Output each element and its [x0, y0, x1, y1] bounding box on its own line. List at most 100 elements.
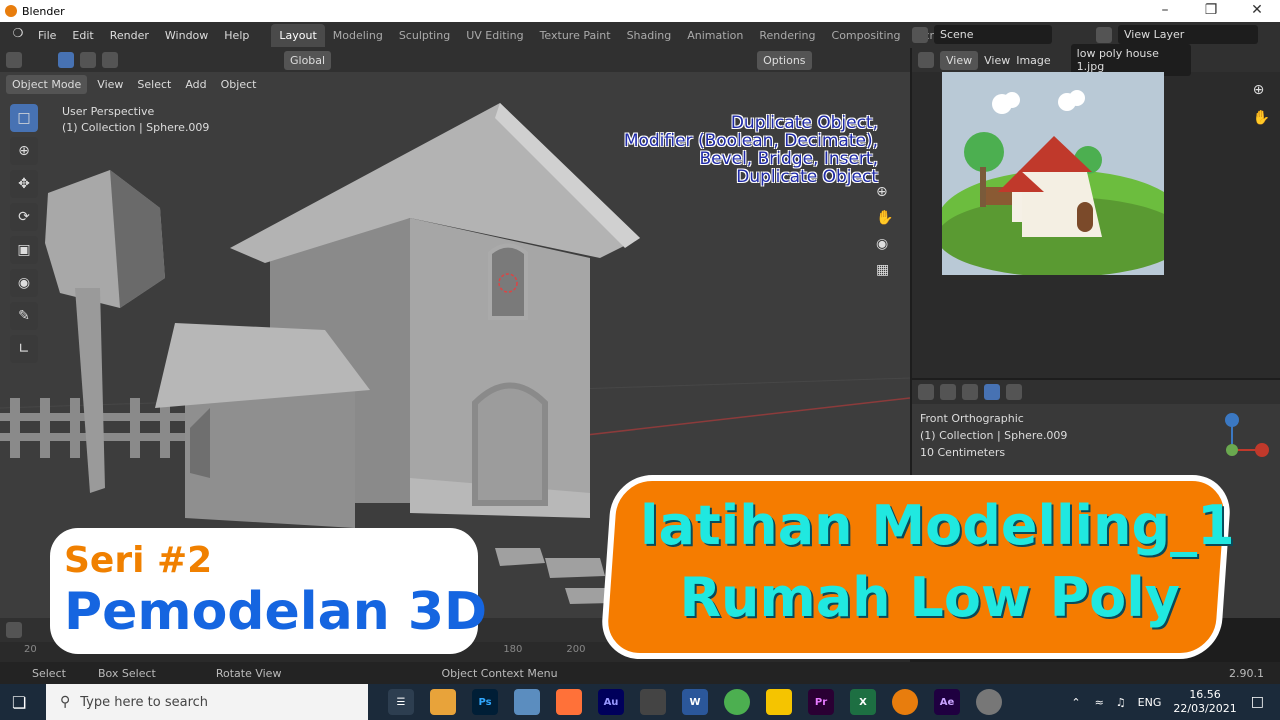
annotation-line-1: Duplicate Object, [730, 113, 878, 133]
view-dropdown[interactable]: View [940, 50, 979, 70]
close-button[interactable]: ✕ [1234, 0, 1280, 22]
search-icon: ⚲ [60, 694, 71, 710]
lesson-line-2: Rumah Low Poly [679, 566, 1180, 629]
notification-icon[interactable]: □ [1251, 694, 1264, 710]
tick: 180 [503, 644, 523, 655]
ortho-xray-icon[interactable] [984, 384, 1000, 400]
annotation-text: Duplicate Object, Modifier (Boolean, Dec… [624, 114, 878, 186]
view-layer-selector: View Layer [1096, 25, 1258, 44]
house-side [155, 323, 370, 528]
menu-edit[interactable]: Edit [64, 29, 101, 42]
stepping-stones [495, 548, 612, 604]
menu-file[interactable]: File [30, 29, 64, 42]
system-tray: ⌃ ≈ ♫ ENG 16.56 22/03/2021 □ [1071, 684, 1280, 720]
view-layer-icon [1096, 26, 1112, 43]
tab-layout[interactable]: Layout [271, 23, 325, 47]
scene-selector: Scene [912, 25, 1052, 44]
status-select: Select [32, 666, 66, 680]
grid-icon[interactable]: ▦ [876, 262, 893, 278]
image-nav: ⊕ ✋ [1253, 82, 1270, 126]
taskbar-apps: ☰ Ps Au W Pr X Ae [380, 689, 1010, 715]
windows-start-icon[interactable]: ❏ [12, 693, 26, 712]
tab-modeling[interactable]: Modeling [325, 24, 391, 47]
status-rotate: Rotate View [215, 666, 282, 680]
ortho-shading-icon[interactable] [1006, 384, 1022, 400]
sticky-notes-icon[interactable] [766, 689, 792, 715]
series-banner: Seri #2 Pemodelan 3D [50, 528, 487, 654]
ortho-overlay-icon[interactable] [962, 384, 978, 400]
tick: 20 [24, 644, 37, 655]
annotation-line-2: Modifier (Boolean, Decimate), [623, 131, 878, 151]
word-icon[interactable]: W [682, 689, 708, 715]
zoom-icon[interactable]: ⊕ [876, 184, 893, 200]
volume-icon[interactable]: ♫ [1116, 696, 1126, 709]
menu-render[interactable]: Render [102, 29, 157, 42]
ortho-visibility-icon[interactable] [918, 384, 934, 400]
premiere-icon[interactable]: Pr [808, 689, 834, 715]
tree-left [45, 170, 165, 493]
blender-menu-icon[interactable]: ❍ [6, 26, 30, 44]
audition-icon[interactable]: Au [598, 689, 624, 715]
ortho-header [912, 380, 1280, 404]
reference-image [942, 72, 1164, 275]
series-label: Seri #2 [64, 540, 213, 581]
minimize-button[interactable]: – [1142, 0, 1188, 22]
tab-texture-paint[interactable]: Texture Paint [532, 24, 619, 47]
menu-image-view[interactable]: View [984, 54, 1010, 67]
excel-icon[interactable]: X [850, 689, 876, 715]
obs-icon[interactable] [640, 689, 666, 715]
search-placeholder: Type here to search [80, 694, 209, 710]
ortho-gizmo-icon[interactable] [940, 384, 956, 400]
restore-button[interactable]: ❐ [1188, 0, 1234, 22]
camera-icon[interactable]: ◉ [876, 236, 893, 252]
menu-image[interactable]: Image [1016, 54, 1050, 67]
blender-logo-icon [5, 5, 17, 17]
ortho-collection-label: (1) Collection | Sphere.009 [920, 429, 1068, 442]
taskbar-search[interactable]: ⚲ Type here to search [46, 684, 368, 720]
image-pan-icon[interactable]: ✋ [1253, 110, 1270, 126]
ortho-scale-label: 10 Centimeters [920, 446, 1006, 459]
blender-taskbar-icon[interactable] [892, 689, 918, 715]
image-editor-type-icon[interactable] [918, 52, 934, 68]
image-editor[interactable]: View View Image low poly house 1.jpg ⊕ ✋ [912, 44, 1280, 378]
title-bar: Blender – ❐ ✕ [0, 0, 1280, 22]
annotation-line-3: Bevel, Bridge, Insert, [699, 149, 878, 169]
chrome-icon[interactable] [724, 689, 750, 715]
tab-animation[interactable]: Animation [679, 24, 751, 47]
photoshop-icon[interactable]: Ps [472, 689, 498, 715]
tab-sculpting[interactable]: Sculpting [391, 24, 458, 47]
lesson-title: latihan Modelling_1 Rumah Low Poly [640, 490, 1235, 634]
media-icon[interactable] [976, 689, 1002, 715]
scene-field[interactable]: Scene [934, 25, 1052, 44]
clock-time: 16.56 [1189, 688, 1221, 701]
pan-hand-icon[interactable]: ✋ [876, 210, 893, 226]
tab-uv-editing[interactable]: UV Editing [458, 24, 531, 47]
clock-date: 22/03/2021 [1173, 702, 1237, 715]
tab-rendering[interactable]: Rendering [751, 24, 823, 47]
menu-help[interactable]: Help [216, 29, 257, 42]
image-zoom-icon[interactable]: ⊕ [1253, 82, 1270, 98]
timeline-editor-icon[interactable] [6, 622, 22, 638]
app-icon[interactable] [514, 689, 540, 715]
lesson-line-1: latihan Modelling_1 [640, 494, 1235, 557]
axis-gizmo [1225, 413, 1269, 457]
after-effects-icon[interactable]: Ae [934, 689, 960, 715]
tray-chevron-icon[interactable]: ⌃ [1071, 696, 1080, 709]
firefox-icon[interactable] [556, 689, 582, 715]
clock[interactable]: 16.56 22/03/2021 [1173, 688, 1236, 716]
view-layer-field[interactable]: View Layer [1118, 25, 1258, 44]
tick: 200 [566, 644, 586, 655]
tab-shading[interactable]: Shading [619, 24, 680, 47]
status-context-menu: Object Context Menu [441, 666, 558, 680]
tab-compositing[interactable]: Compositing [824, 24, 909, 47]
series-title: Pemodelan 3D [64, 582, 488, 642]
file-explorer-icon[interactable] [430, 689, 456, 715]
annotation-line-4: Duplicate Object [736, 167, 878, 187]
menu-window[interactable]: Window [157, 29, 216, 42]
lang-indicator[interactable]: ENG [1138, 696, 1162, 709]
task-view-icon[interactable]: ☰ [388, 689, 414, 715]
scene-icon [912, 26, 928, 43]
wifi-icon[interactable]: ≈ [1095, 696, 1104, 709]
status-version: 2.90.1 [1229, 666, 1264, 680]
ortho-info: Front Orthographic (1) Collection | Sphe… [920, 410, 1067, 461]
